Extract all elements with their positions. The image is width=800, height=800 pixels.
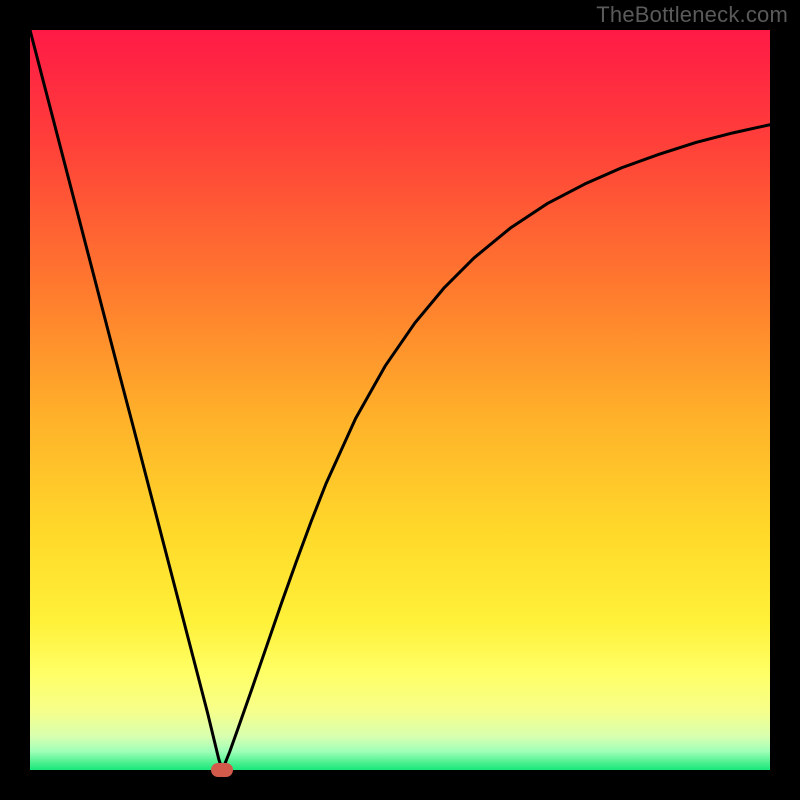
optimum-marker — [211, 763, 233, 777]
chart-frame: TheBottleneck.com — [0, 0, 800, 800]
plot-area — [30, 30, 770, 770]
watermark-text: TheBottleneck.com — [596, 2, 788, 28]
gradient-background — [30, 30, 770, 770]
bottleneck-chart — [30, 30, 770, 770]
